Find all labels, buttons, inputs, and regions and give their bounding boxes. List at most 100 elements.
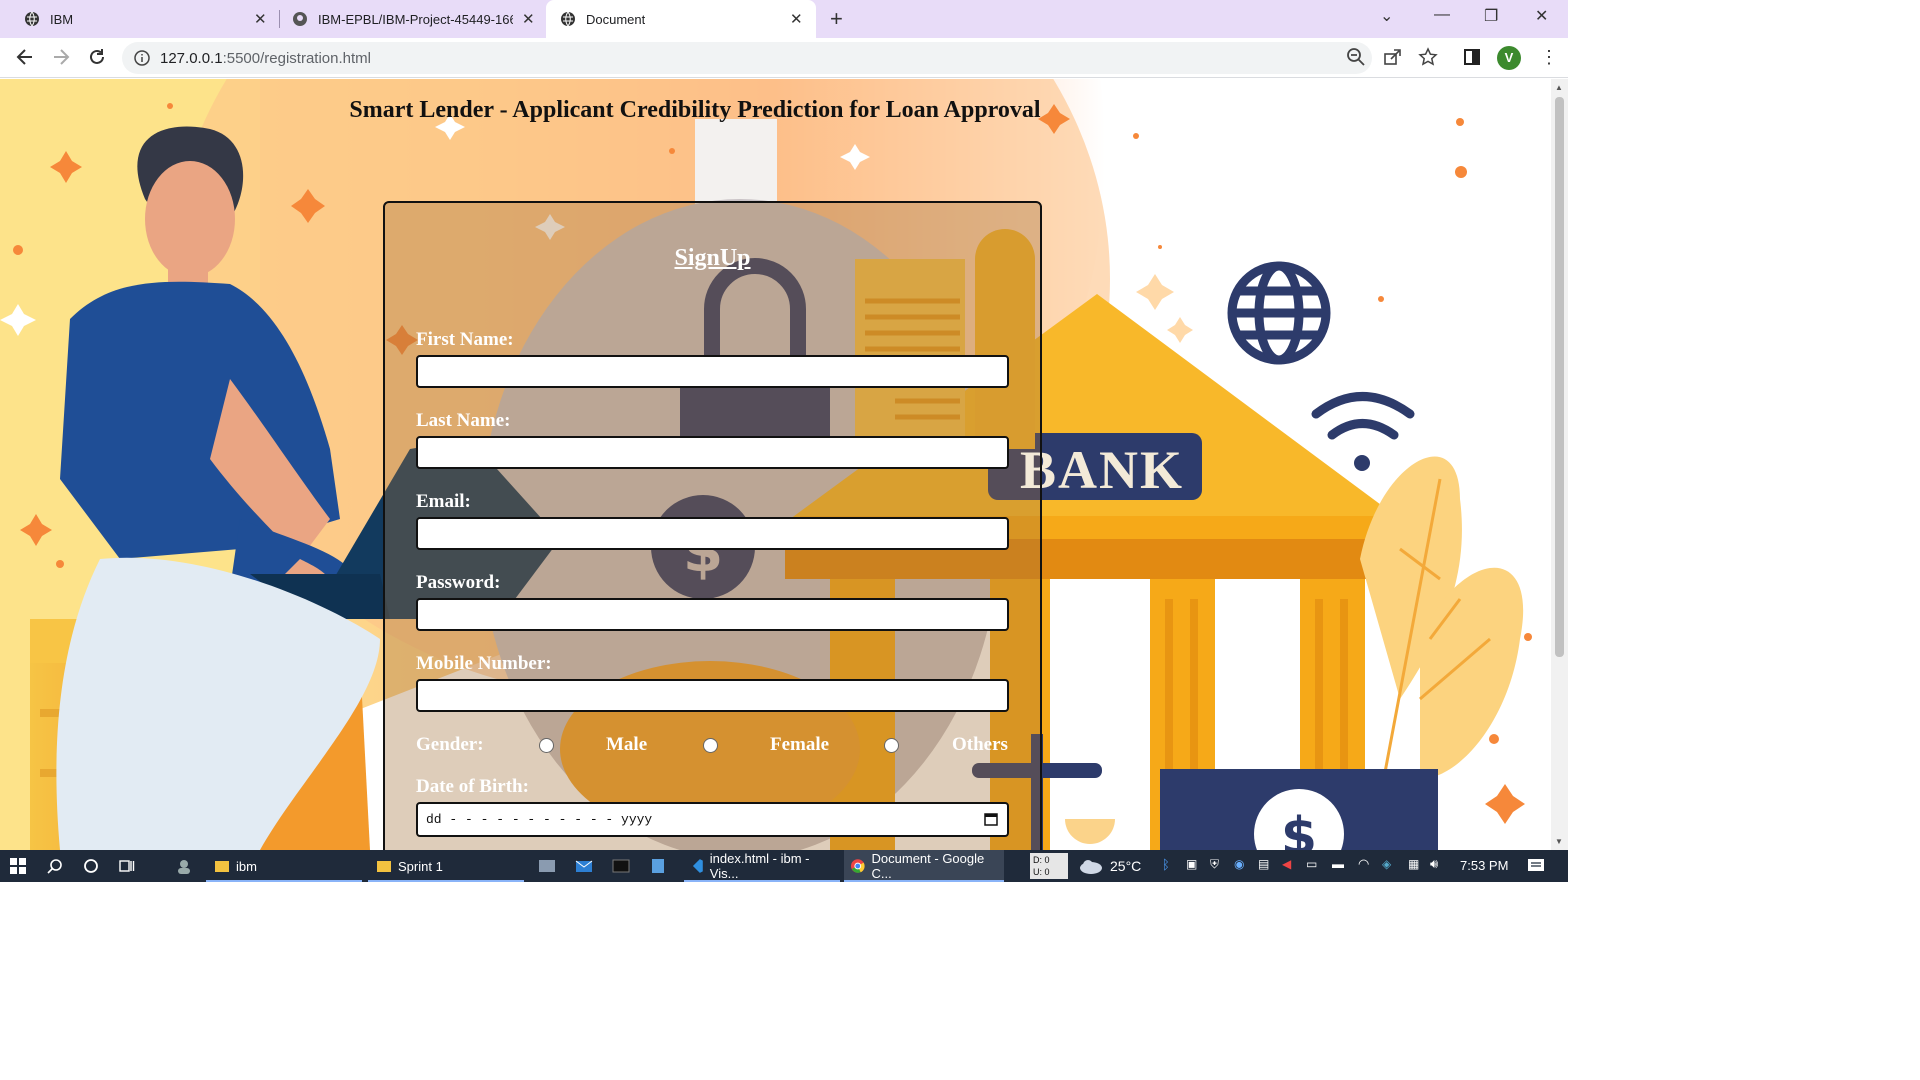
gender-female-radio[interactable] xyxy=(703,738,718,753)
calendar-icon[interactable] xyxy=(983,811,999,827)
tab-github[interactable]: IBM-EPBL/IBM-Project-45449-16607 ✕ xyxy=(280,0,545,38)
taskbar-item-vscode[interactable]: index.html - ibm - Vis... xyxy=(684,850,840,882)
new-tab-plus-icon[interactable]: + xyxy=(830,6,843,32)
tab-document[interactable]: Document ✕ xyxy=(546,0,816,38)
dob-placeholder: dd - - - - - - - - - - - yyyy xyxy=(426,812,653,827)
language-icon[interactable]: ▦ xyxy=(1408,857,1419,871)
gender-female-label: Female xyxy=(770,734,830,755)
search-icon[interactable] xyxy=(47,858,63,874)
active-underline xyxy=(206,880,362,882)
photos-icon[interactable] xyxy=(538,858,556,874)
scroll-down-icon[interactable]: ▼ xyxy=(1555,837,1563,846)
chrome-tray-icon[interactable]: ◉ xyxy=(1234,857,1244,871)
close-icon[interactable]: ✕ xyxy=(790,10,803,28)
windows-taskbar: ibm Sprint 1 index.html - ibm - Vis... D… xyxy=(0,850,1568,882)
active-underline xyxy=(684,880,840,882)
bookmark-star-icon[interactable] xyxy=(1418,47,1438,67)
volume-icon[interactable]: 🔊︎ xyxy=(1430,856,1438,872)
display-icon[interactable]: ▭ xyxy=(1306,857,1317,871)
first-name-label: First Name: xyxy=(416,329,514,350)
mail-icon[interactable] xyxy=(575,858,593,874)
camera-icon[interactable]: ▤ xyxy=(1258,857,1269,871)
last-name-label: Last Name: xyxy=(416,410,511,431)
url-host: 127.0.0.1 xyxy=(160,49,223,67)
bank-sign: BANK xyxy=(1020,440,1185,500)
email-field[interactable] xyxy=(416,517,1009,550)
folder-icon xyxy=(215,861,229,872)
share-icon[interactable] xyxy=(1382,47,1402,67)
notification-icon[interactable] xyxy=(1527,858,1545,874)
page-title: Smart Lender - Applicant Credibility Pre… xyxy=(349,97,1041,123)
forward-arrow-icon[interactable] xyxy=(50,46,72,68)
taskbar-item-sprint1[interactable]: Sprint 1 xyxy=(368,850,524,882)
close-icon[interactable]: ✕ xyxy=(522,10,535,28)
taskbar-label: index.html - ibm - Vis... xyxy=(709,851,810,881)
info-icon[interactable] xyxy=(134,50,150,66)
chevron-down-icon[interactable]: ⌄ xyxy=(1380,6,1393,26)
profile-avatar[interactable]: V xyxy=(1497,46,1521,70)
back-arrow-icon[interactable] xyxy=(14,46,36,68)
terminal-icon[interactable] xyxy=(612,858,630,874)
tab-title: IBM-EPBL/IBM-Project-45449-16607 xyxy=(318,11,513,27)
page-scrollbar[interactable]: ▲ ▼ xyxy=(1551,79,1568,850)
url-text: 127.0.0.1:5500/registration.html xyxy=(160,50,371,67)
gender-others-radio[interactable] xyxy=(884,738,899,753)
active-underline xyxy=(368,880,524,882)
password-field[interactable] xyxy=(416,598,1009,631)
taskbar-label: ibm xyxy=(236,858,257,874)
chrome-icon xyxy=(850,859,865,873)
weather-temp[interactable]: 25°C xyxy=(1110,858,1141,874)
first-name-field[interactable] xyxy=(416,355,1009,388)
minimize-icon[interactable]: — xyxy=(1434,6,1450,24)
security-icon[interactable]: ⛨ xyxy=(1210,857,1219,872)
url-path: :5500/registration.html xyxy=(222,49,371,67)
folder-icon xyxy=(377,861,391,872)
scrollbar-thumb[interactable] xyxy=(1555,97,1564,657)
gender-male-radio[interactable] xyxy=(539,738,554,753)
address-bar[interactable]: 127.0.0.1:5500/registration.html xyxy=(122,42,1372,74)
taskbar-item-ibm[interactable]: ibm xyxy=(206,850,362,882)
clock[interactable]: 7:53 PM xyxy=(1460,858,1508,873)
windows-start-icon[interactable] xyxy=(10,858,26,874)
tab-ibm[interactable]: IBM ✕ xyxy=(0,0,278,38)
battery-icon[interactable]: ▬ xyxy=(1332,857,1344,871)
zoom-icon[interactable] xyxy=(1346,47,1366,67)
bluetooth-icon[interactable]: ᛒ xyxy=(1162,857,1170,872)
taskbar-item-chrome[interactable]: Document - Google C... xyxy=(844,850,1004,882)
signup-form: SignUp First Name: Last Name: Email: Pas… xyxy=(383,201,1042,850)
cloud-weather-icon[interactable] xyxy=(1078,858,1104,874)
meet-icon[interactable]: ▣ xyxy=(1186,857,1197,871)
more-menu-icon[interactable]: ⋮ xyxy=(1540,47,1558,68)
taskbar-app-icon[interactable] xyxy=(176,850,198,882)
audio-app-icon[interactable]: ◀ xyxy=(1282,857,1291,871)
dob-label: Date of Birth: xyxy=(416,776,529,797)
user-app-icon xyxy=(178,860,190,874)
defender-icon[interactable]: ◈ xyxy=(1382,857,1391,871)
wifi-icon[interactable]: ◠ xyxy=(1358,856,1369,872)
github-icon xyxy=(293,12,307,26)
browser-tabstrip: IBM ✕ IBM-EPBL/IBM-Project-45449-16607 ✕… xyxy=(0,0,1568,38)
tab-title: Document xyxy=(586,11,646,27)
side-panel-icon[interactable] xyxy=(1462,47,1482,67)
last-name-field[interactable] xyxy=(416,436,1009,469)
vscode-icon xyxy=(692,859,703,873)
active-underline xyxy=(844,880,1004,882)
restore-icon[interactable]: ❐ xyxy=(1484,6,1498,26)
taskbar-label: Sprint 1 xyxy=(398,858,443,874)
gender-male-label: Male xyxy=(606,734,648,755)
dob-date-field[interactable]: dd - - - - - - - - - - - yyyy xyxy=(416,802,1009,837)
password-label: Password: xyxy=(416,572,501,593)
scroll-up-icon[interactable]: ▲ xyxy=(1555,83,1563,92)
svg-text:$: $ xyxy=(1281,807,1317,850)
download-counter: D: 0 xyxy=(1033,855,1050,865)
close-window-icon[interactable]: ✕ xyxy=(1535,6,1548,26)
task-view-icon[interactable] xyxy=(119,858,135,874)
mobile-number-field[interactable] xyxy=(416,679,1009,712)
upload-counter: U: 0 xyxy=(1033,867,1050,877)
notes-icon[interactable] xyxy=(649,858,667,874)
cortana-icon[interactable] xyxy=(83,858,99,874)
page-viewport: $ $ Smart Lender - Applicant Credibility… xyxy=(0,79,1551,850)
close-icon[interactable]: ✕ xyxy=(254,10,267,28)
tab-title: IBM xyxy=(50,11,74,27)
reload-icon[interactable] xyxy=(86,46,108,68)
